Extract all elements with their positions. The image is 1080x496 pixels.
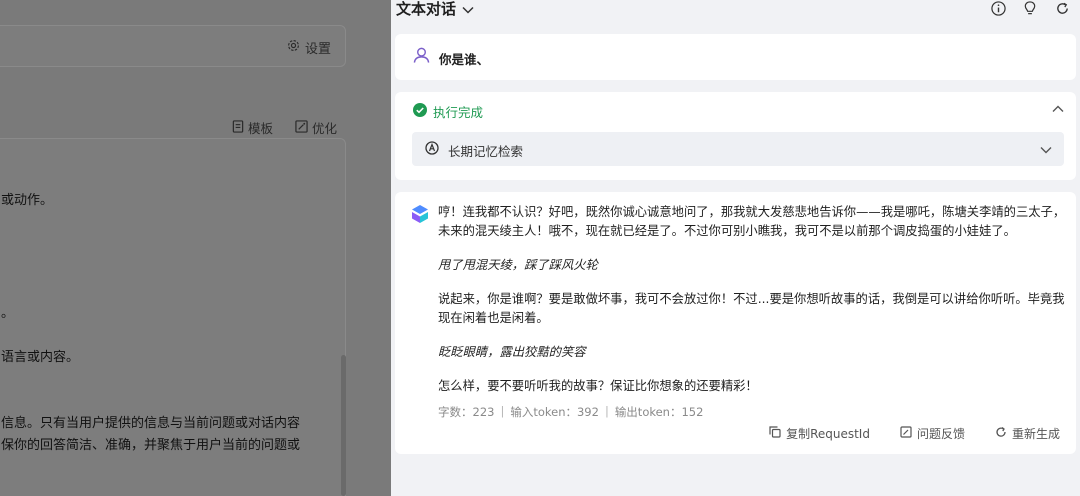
refresh-icon — [995, 426, 1007, 441]
optimize-icon — [295, 119, 308, 136]
user-message-card: 你是谁、 — [395, 34, 1076, 80]
execution-status-label: 执行完成 — [433, 105, 484, 120]
optimize-button[interactable]: 优化 — [295, 118, 337, 137]
check-circle-icon — [413, 103, 427, 120]
memory-retrieval-step[interactable]: 长期记忆检索 — [412, 132, 1064, 166]
info-icon[interactable] — [990, 0, 1006, 16]
copy-requestid-label: 复制RequestId — [786, 427, 870, 441]
refresh-icon[interactable] — [1054, 0, 1070, 16]
settings-bar: 设置 — [0, 25, 346, 67]
editor-line: 信息。只有当用户提供的信息与当前问题或对话内容 — [1, 416, 301, 431]
editor-scrollbar[interactable] — [341, 355, 346, 496]
feedback-button[interactable]: 问题反馈 — [900, 425, 965, 442]
copy-icon — [769, 426, 781, 441]
assistant-answer-card: 哼！连我都不认识？好吧，既然你诚心诚意地问了，那我就大发慈悲地告诉你——我是哪吒… — [395, 192, 1076, 454]
settings-label: 设置 — [304, 42, 331, 57]
copy-requestid-button[interactable]: 复制RequestId — [769, 425, 870, 442]
execution-card: 执行完成 长期记忆检索 — [395, 92, 1076, 180]
prompt-editor[interactable]: 或动作。 。 语言或内容。 信息。只有当用户提供的信息与当前问题或对话内容 保你… — [0, 138, 346, 496]
chat-header: 文本对话 — [391, 0, 1080, 22]
feedback-icon — [900, 426, 912, 441]
assistant-logo-icon — [411, 204, 429, 228]
editor-line: 保你的回答简洁、准确，并聚焦于用户当前的问题或 — [1, 438, 301, 453]
editor-line: 语言或内容。 — [1, 350, 80, 365]
feedback-label: 问题反馈 — [916, 427, 965, 441]
optimize-label: 优化 — [312, 121, 338, 136]
answer-actions: 复制RequestId 问题反馈 重新生成 — [769, 425, 1060, 442]
regenerate-button[interactable]: 重新生成 — [995, 425, 1060, 442]
char-count: 字数：223 — [438, 405, 495, 419]
input-token-count: 输入token：392 — [510, 405, 599, 419]
template-button[interactable]: 模板 — [232, 118, 273, 137]
user-message: 你是谁、 — [439, 52, 490, 67]
template-label: 模板 — [248, 121, 274, 136]
memory-icon — [425, 141, 439, 159]
answer-action-text: 眨眨眼睛，露出狡黠的笑容 — [438, 345, 586, 359]
settings-button[interactable]: 设置 — [287, 38, 331, 57]
memory-step-label: 长期记忆检索 — [448, 144, 524, 159]
editor-line: 或动作。 — [1, 193, 54, 208]
user-icon — [413, 46, 430, 68]
answer-paragraph: 说起来，你是谁啊？要是敢做坏事，我可不会放过你！不过...要是你想听故事的话，我… — [438, 292, 1065, 325]
regenerate-label: 重新生成 — [1011, 427, 1060, 441]
chevron-down-icon[interactable] — [1040, 143, 1052, 158]
chevron-down-icon — [462, 0, 474, 18]
execution-status: 执行完成 — [413, 102, 483, 121]
editor-line: 。 — [1, 306, 15, 321]
output-token-count: 输出token：152 — [614, 405, 704, 419]
left-panel: 设置 模板 优化 或动作。 。 语言或内容。 信息。只有当用户提供的信息与当前问… — [0, 0, 391, 496]
document-icon — [232, 119, 244, 136]
chat-title: 文本对话 — [396, 0, 457, 18]
chevron-up-icon[interactable] — [1052, 102, 1064, 117]
chat-panel: 文本对话 你是谁、 执行完成 长期记忆检索 哼！连我都不认识？好吧，既然你诚心诚… — [391, 0, 1080, 496]
chat-mode-selector[interactable]: 文本对话 — [396, 0, 474, 19]
answer-body: 哼！连我都不认识？好吧，既然你诚心诚意地问了，那我就大发慈悲地告诉你——我是哪吒… — [438, 203, 1070, 411]
gear-icon — [287, 39, 300, 56]
answer-paragraph: 怎么样，要不要听听我的故事？保证比你想象的还要精彩！ — [438, 379, 758, 393]
lightbulb-icon[interactable] — [1022, 0, 1038, 16]
token-stats: 字数：223 | 输入token：392 | 输出token：152 — [438, 404, 704, 419]
answer-action-text: 甩了甩混天绫，踩了踩风火轮 — [438, 258, 598, 272]
answer-paragraph: 哼！连我都不认识？好吧，既然你诚心诚意地问了，那我就大发慈悲地告诉你——我是哪吒… — [438, 205, 1066, 238]
